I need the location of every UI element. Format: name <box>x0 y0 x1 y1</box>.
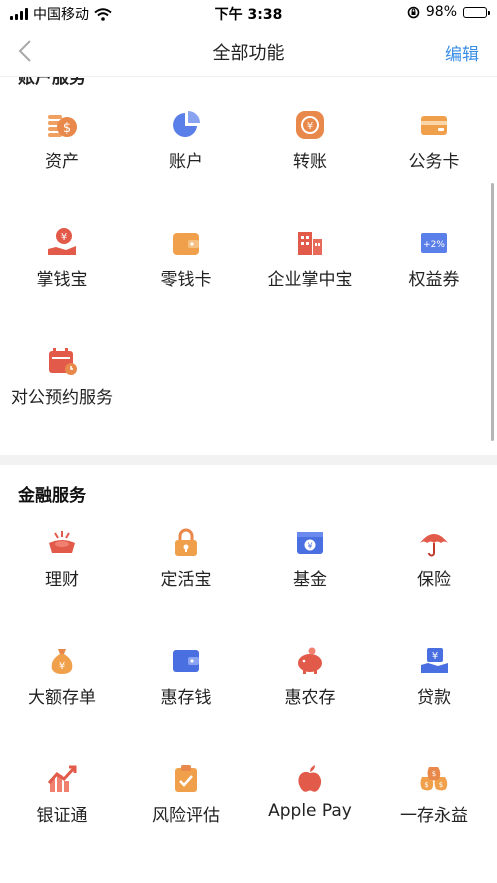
hand-coin-icon: ¥ <box>48 228 76 255</box>
svg-text:¥: ¥ <box>432 651 438 662</box>
menu-item-large-deposit[interactable]: ¥ 大额存单 <box>0 645 124 725</box>
menu-item-apple-pay[interactable]: Apple Pay <box>248 763 372 843</box>
menu-item-enterprise[interactable]: 企业掌中宝 <box>248 227 372 307</box>
menu-item-loan[interactable]: ¥ 贷款 <box>372 645 496 725</box>
menu-item-transfer[interactable]: ¥ 转账 <box>248 109 372 189</box>
pie-chart-icon <box>173 111 200 137</box>
coins-icon: $ <box>48 115 77 137</box>
menu-item-coupons[interactable]: +2% 权益券 <box>372 227 496 307</box>
svg-text:¥: ¥ <box>61 232 67 243</box>
menu-item-insurance[interactable]: 保险 <box>372 527 496 607</box>
stock-chart-icon <box>47 765 77 792</box>
scrollbar[interactable] <box>491 183 494 441</box>
svg-text:$: $ <box>63 121 71 136</box>
page-title: 全部功能 <box>212 43 285 64</box>
umbrella-icon <box>420 534 448 557</box>
section-divider <box>0 455 497 465</box>
wallet-blue-icon <box>173 650 199 672</box>
svg-text:¥: ¥ <box>307 542 312 551</box>
menu-item-yinzhengtong[interactable]: 银证通 <box>0 763 124 843</box>
svg-text:+2%: +2% <box>423 240 445 250</box>
building-icon <box>298 232 322 255</box>
section-title-finance: 金融服务 <box>18 486 86 506</box>
edit-button[interactable]: 编辑 <box>445 40 479 65</box>
menu-item-account[interactable]: 账户 <box>124 109 248 189</box>
menu-item-fund[interactable]: ¥ 基金 <box>248 527 372 607</box>
lock-icon <box>175 528 197 556</box>
svg-text:$: $ <box>424 781 428 789</box>
battery-percent: 98% <box>425 4 457 20</box>
battery-icon <box>463 6 490 18</box>
money-bag-icon: ¥ <box>51 649 73 674</box>
menu-item-yicunyongyi[interactable]: $ $ $ 一存永益 <box>372 763 496 843</box>
menu-item-huinongcun[interactable]: 惠农存 <box>248 645 372 725</box>
clipboard-check-icon <box>175 765 197 792</box>
menu-item-business-card[interactable]: 公务卡 <box>372 109 496 189</box>
menu-item-zhangqianbao[interactable]: ¥ 掌钱宝 <box>0 227 124 307</box>
apple-icon <box>298 765 322 792</box>
status-bar: 中国移动 下午 3:38 98% <box>0 0 497 26</box>
money-bags-icon: $ $$ <box>420 767 448 791</box>
svg-text:¥: ¥ <box>59 661 65 672</box>
menu-item-change-card[interactable]: 零钱卡 <box>124 227 248 307</box>
svg-text:$: $ <box>439 781 443 789</box>
svg-text:$: $ <box>432 770 436 778</box>
menu-item-risk-assessment[interactable]: 风险评估 <box>124 763 248 843</box>
wallet-icon <box>173 233 199 255</box>
menu-item-assets[interactable]: $ 资产 <box>0 109 124 189</box>
transfer-icon: ¥ <box>296 111 324 139</box>
card-icon <box>421 116 447 135</box>
menu-item-dinghuobao[interactable]: 定活宝 <box>124 527 248 607</box>
loan-hand-icon: ¥ <box>421 648 448 673</box>
calendar-clock-icon <box>49 348 77 375</box>
navigation-bar: 全部功能 编辑 <box>0 26 497 77</box>
menu-item-huicunqian[interactable]: 惠存钱 <box>124 645 248 725</box>
rotation-lock-icon <box>407 6 420 18</box>
fund-card-icon: ¥ <box>297 532 323 554</box>
svg-text:¥: ¥ <box>307 121 313 132</box>
menu-item-wealth[interactable]: 理财 <box>0 527 124 607</box>
gold-ingot-icon <box>49 531 75 553</box>
menu-item-corporate-appointment[interactable]: 对公预约服务 <box>0 345 124 425</box>
content-scroll[interactable]: 账户服务 $ 资产 账户 ¥ 转账 公务卡 ¥ 掌钱宝 零钱卡 企业掌中宝 +2… <box>0 77 497 883</box>
piggy-bank-icon <box>298 647 322 674</box>
section-title-account: 账户服务 <box>18 77 86 88</box>
coupon-icon: +2% <box>421 233 447 253</box>
